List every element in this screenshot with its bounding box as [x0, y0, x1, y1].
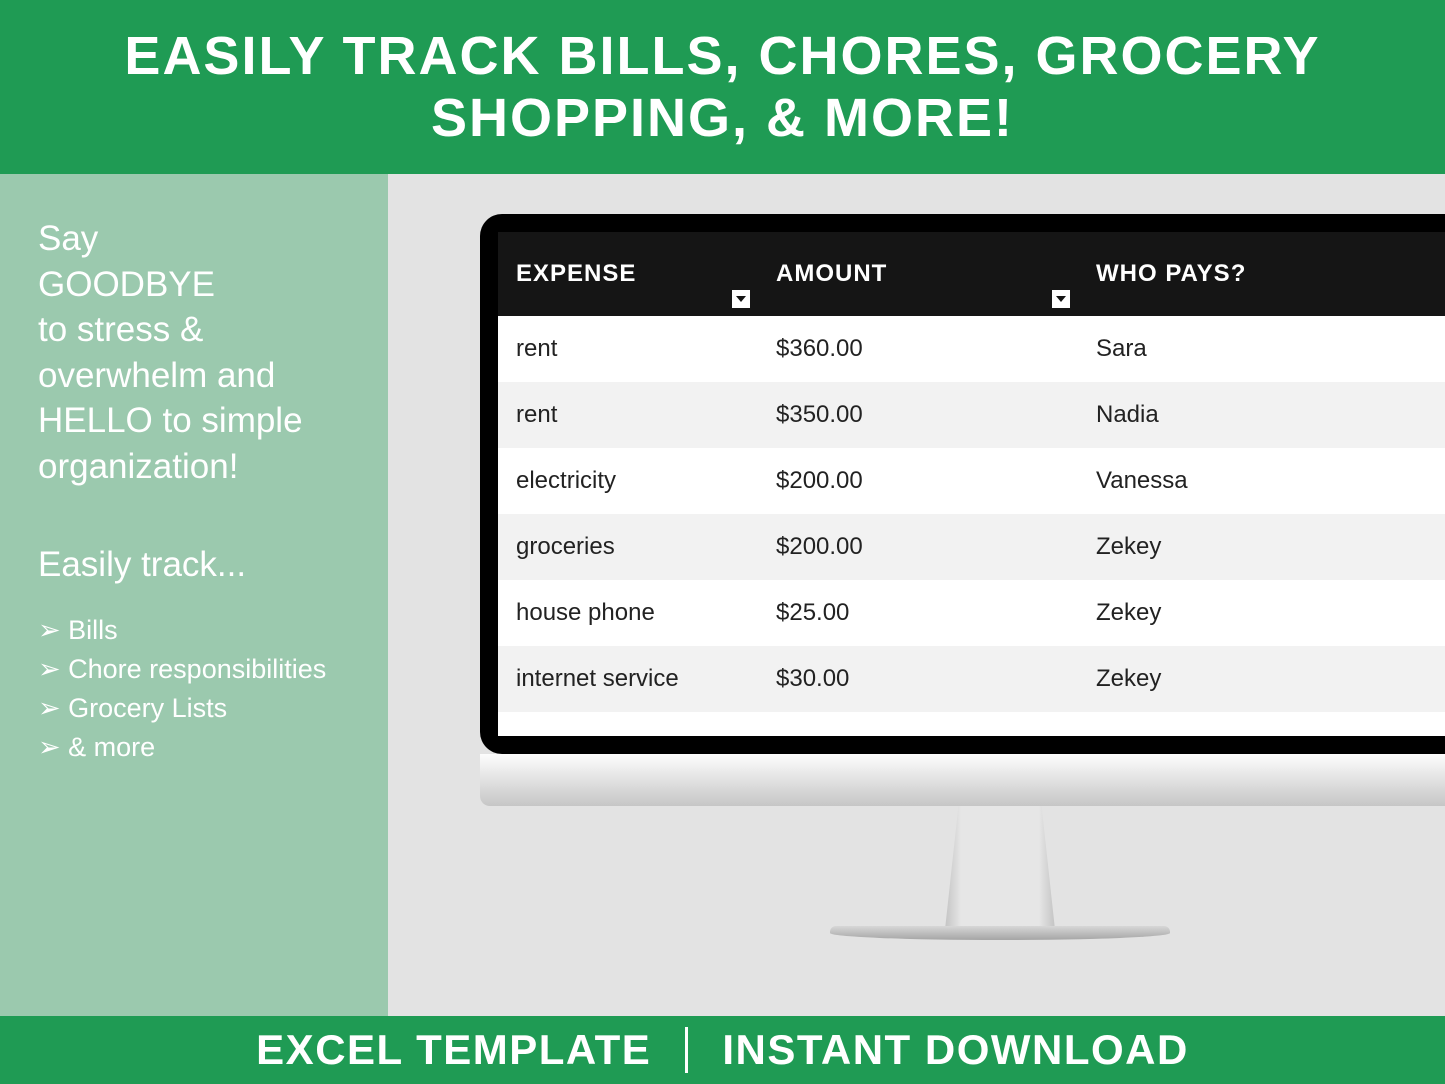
- monitor-screen: EXPENSE AMOUNT WHO PAYS?: [498, 232, 1445, 736]
- footer-bar: EXCEL TEMPLATE INSTANT DOWNLOAD: [0, 1016, 1445, 1084]
- bullet-item: ➢ Chore responsibilities: [38, 650, 358, 689]
- body-area: Say GOODBYE to stress & overwhelm and HE…: [0, 174, 1445, 1016]
- monitor-chin: [480, 754, 1445, 806]
- cell-expense: rent: [498, 316, 758, 382]
- col-header-label: WHO PAYS?: [1096, 260, 1246, 287]
- cell-who: Zekey: [1078, 514, 1445, 580]
- col-header-label: AMOUNT: [776, 260, 887, 287]
- cell-amount: $200.00: [758, 514, 1078, 580]
- footer-right: INSTANT DOWNLOAD: [688, 1026, 1223, 1074]
- col-header-expense[interactable]: EXPENSE: [498, 232, 758, 316]
- expense-table: EXPENSE AMOUNT WHO PAYS?: [498, 232, 1445, 712]
- intro-copy: Say GOODBYE to stress & overwhelm and HE…: [38, 216, 358, 489]
- left-panel: Say GOODBYE to stress & overwhelm and HE…: [0, 174, 388, 1016]
- col-header-amount[interactable]: AMOUNT: [758, 232, 1078, 316]
- bullet-item: ➢ Grocery Lists: [38, 689, 358, 728]
- right-panel: EXPENSE AMOUNT WHO PAYS?: [388, 174, 1445, 1016]
- filter-dropdown-icon[interactable]: [732, 290, 750, 308]
- subhead: Easily track...: [38, 545, 358, 585]
- filter-dropdown-icon[interactable]: [1052, 290, 1070, 308]
- table-row[interactable]: internet service $30.00 Zekey: [498, 646, 1445, 712]
- cell-who: Vanessa: [1078, 448, 1445, 514]
- cell-who: Zekey: [1078, 580, 1445, 646]
- col-header-who-pays[interactable]: WHO PAYS?: [1078, 232, 1445, 316]
- footer-left: EXCEL TEMPLATE: [222, 1026, 685, 1074]
- table-row[interactable]: house phone $25.00 Zekey: [498, 580, 1445, 646]
- cell-expense: house phone: [498, 580, 758, 646]
- cell-amount: $25.00: [758, 580, 1078, 646]
- cell-who: Sara: [1078, 316, 1445, 382]
- cell-expense: rent: [498, 382, 758, 448]
- cell-amount: $200.00: [758, 448, 1078, 514]
- table-row[interactable]: rent $360.00 Sara: [498, 316, 1445, 382]
- header-title: EASILY TRACK BILLS, CHORES, GROCERY SHOP…: [80, 25, 1365, 149]
- cell-amount: $360.00: [758, 316, 1078, 382]
- cell-amount: $30.00: [758, 646, 1078, 712]
- intro-line-2: GOODBYE: [38, 262, 358, 308]
- bullet-item: ➢ & more: [38, 728, 358, 767]
- col-header-label: EXPENSE: [516, 260, 636, 287]
- table-body: rent $360.00 Sara rent $350.00 Nadia ele…: [498, 316, 1445, 712]
- header-bar: EASILY TRACK BILLS, CHORES, GROCERY SHOP…: [0, 0, 1445, 174]
- cell-expense: electricity: [498, 448, 758, 514]
- bullet-item: ➢ Bills: [38, 611, 358, 650]
- cell-who: Nadia: [1078, 382, 1445, 448]
- monitor-stand: [935, 806, 1065, 926]
- cell-expense: internet service: [498, 646, 758, 712]
- bullet-list: ➢ Bills ➢ Chore responsibilities ➢ Groce…: [38, 611, 358, 768]
- table-row[interactable]: electricity $200.00 Vanessa: [498, 448, 1445, 514]
- monitor: EXPENSE AMOUNT WHO PAYS?: [480, 214, 1445, 940]
- monitor-base: [830, 926, 1170, 940]
- intro-line-3: to stress & overwhelm and HELLO to simpl…: [38, 310, 303, 486]
- monitor-bezel: EXPENSE AMOUNT WHO PAYS?: [480, 214, 1445, 754]
- cell-expense: groceries: [498, 514, 758, 580]
- cell-amount: $350.00: [758, 382, 1078, 448]
- table-row[interactable]: rent $350.00 Nadia: [498, 382, 1445, 448]
- cell-who: Zekey: [1078, 646, 1445, 712]
- table-row[interactable]: groceries $200.00 Zekey: [498, 514, 1445, 580]
- intro-line-1: Say: [38, 216, 358, 262]
